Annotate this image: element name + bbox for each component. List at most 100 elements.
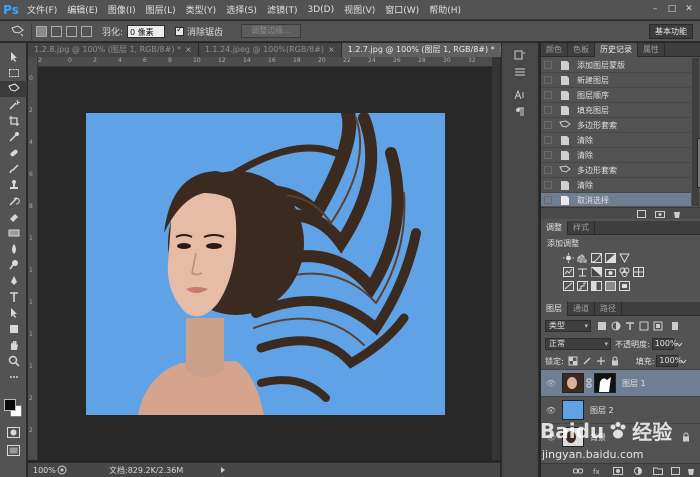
opacity-input[interactable]: 100% (651, 338, 678, 350)
blur-tool[interactable] (0, 241, 27, 257)
menu-image[interactable]: 图像(I) (103, 3, 141, 16)
tab-styles[interactable]: 样式 (568, 221, 595, 235)
crop-tool[interactable] (0, 113, 27, 129)
tab-history[interactable]: 历史记录 (595, 43, 638, 57)
zoom-tool[interactable] (0, 353, 27, 369)
black-white-icon[interactable] (591, 267, 602, 277)
history-brush-source[interactable] (544, 106, 552, 114)
history-scrollbar[interactable] (692, 58, 700, 206)
posterize-icon[interactable] (577, 281, 588, 291)
chevron-down-icon[interactable] (676, 341, 683, 348)
healing-tool[interactable] (0, 145, 27, 161)
gradient-map-icon[interactable] (605, 281, 616, 291)
menu-3d[interactable]: 3D(D) (302, 5, 339, 15)
levels-icon[interactable] (577, 253, 588, 263)
tab-paths[interactable]: 路径 (595, 302, 622, 316)
menu-file[interactable]: 文件(F) (22, 3, 62, 16)
threshold-icon[interactable] (591, 281, 602, 291)
selective-color-icon[interactable] (619, 281, 630, 291)
shape-tool[interactable] (0, 321, 27, 337)
tab-close-icon[interactable]: × (185, 45, 192, 54)
pen-tool[interactable] (0, 273, 27, 289)
tab-document-2[interactable]: 1.1.24.jpeg @ 100%(RGB/8#) × (198, 43, 342, 57)
menu-window[interactable]: 窗口(W) (380, 3, 424, 16)
layer-mask-thumbnail[interactable] (594, 373, 616, 393)
menu-select[interactable]: 选择(S) (221, 3, 262, 16)
lock-transparent-icon[interactable] (568, 356, 578, 366)
new-selection-button[interactable] (36, 25, 47, 37)
menu-type[interactable]: 类型(Y) (181, 3, 222, 16)
lasso-tool[interactable] (0, 81, 27, 97)
tab-channels[interactable]: 通道 (568, 302, 595, 316)
filter-smart-object-icon[interactable] (653, 321, 663, 331)
history-item[interactable]: 添加图层蒙版 (541, 58, 691, 73)
filter-pixel-icon[interactable] (597, 321, 607, 331)
chevron-down-icon[interactable] (680, 358, 687, 365)
character-panel-button[interactable] (502, 86, 538, 103)
lock-all-icon[interactable] (610, 356, 620, 366)
subtract-selection-button[interactable] (66, 25, 77, 37)
hue-saturation-icon[interactable] (563, 267, 574, 277)
quick-mask-button[interactable] (7, 427, 20, 441)
maximize-button[interactable]: □ (665, 3, 679, 15)
minimize-button[interactable]: – (648, 3, 662, 15)
history-item[interactable]: 多边形套索 (541, 118, 691, 133)
layer-filter-select[interactable]: 类型 (545, 320, 591, 332)
color-balance-icon[interactable] (577, 267, 588, 277)
history-brush-source[interactable] (544, 151, 552, 159)
history-brush-source[interactable] (544, 61, 552, 69)
move-tool[interactable] (0, 49, 27, 65)
tool-preset-picker[interactable] (4, 22, 32, 40)
tab-swatches[interactable]: 色板 (568, 43, 595, 57)
history-brush-source[interactable] (544, 136, 552, 144)
quick-select-tool[interactable] (0, 97, 27, 113)
lock-pixels-icon[interactable] (582, 356, 592, 366)
menu-layer[interactable]: 图层(L) (141, 3, 181, 16)
history-brush-tool[interactable] (0, 193, 27, 209)
brightness-icon[interactable] (563, 253, 574, 263)
status-menu-arrow-icon[interactable] (219, 466, 227, 474)
eye-icon[interactable]: 👁 (544, 379, 558, 388)
hand-tool[interactable] (0, 337, 27, 353)
canvas-image[interactable] (86, 113, 445, 415)
screen-mode-button[interactable] (7, 445, 20, 459)
dodge-tool[interactable] (0, 257, 27, 273)
eyedropper-tool[interactable] (0, 129, 27, 145)
history-brush-source[interactable] (544, 181, 552, 189)
history-item-selected[interactable]: 取消选择 (541, 193, 691, 206)
trash-icon[interactable] (673, 210, 681, 218)
intersect-selection-button[interactable] (81, 25, 92, 37)
history-item[interactable]: 新建图层 (541, 73, 691, 88)
menu-filter[interactable]: 滤镜(T) (262, 3, 303, 16)
paragraph-panel-button[interactable] (502, 103, 538, 120)
menu-help[interactable]: 帮助(H) (424, 3, 466, 16)
antialias-checkbox[interactable] (175, 25, 185, 36)
tab-properties[interactable]: 属性 (638, 43, 665, 57)
refine-edge-button[interactable]: 调整边缘... (241, 24, 302, 38)
history-item[interactable]: 多边形套索 (541, 163, 691, 178)
tab-adjustments[interactable]: 调整 (541, 221, 568, 235)
history-brush-source[interactable] (544, 121, 552, 129)
history-item[interactable]: 清除 (541, 178, 691, 193)
more-tools[interactable] (0, 369, 27, 385)
menu-view[interactable]: 视图(V) (339, 3, 380, 16)
clone-stamp-tool[interactable] (0, 177, 27, 193)
feather-input[interactable]: 0 像素 (127, 24, 166, 38)
eraser-tool[interactable] (0, 209, 27, 225)
tab-layers[interactable]: 图层 (541, 302, 568, 316)
fill-input[interactable]: 100% (656, 355, 682, 367)
brush-panel-button[interactable] (502, 63, 538, 80)
marquee-tool[interactable] (0, 65, 27, 81)
workspace-switcher[interactable]: 基本功能 (649, 24, 693, 39)
color-lookup-icon[interactable] (633, 267, 644, 277)
vibrance-icon[interactable] (619, 253, 630, 263)
tab-color[interactable]: 颜色 (541, 43, 568, 57)
tab-document-1[interactable]: 1.2.8.jpg @ 100% (图层 1, RGB/8#) * × (28, 43, 199, 57)
filter-toggle-icon[interactable] (671, 321, 679, 331)
history-item[interactable]: 清除 (541, 148, 691, 163)
filter-adjustment-icon[interactable] (611, 321, 621, 331)
zoom-level[interactable]: 100% (33, 466, 57, 475)
invert-icon[interactable] (563, 281, 574, 291)
layer-row[interactable]: 👁 图层 1 (541, 369, 700, 396)
photo-filter-icon[interactable] (605, 267, 616, 277)
